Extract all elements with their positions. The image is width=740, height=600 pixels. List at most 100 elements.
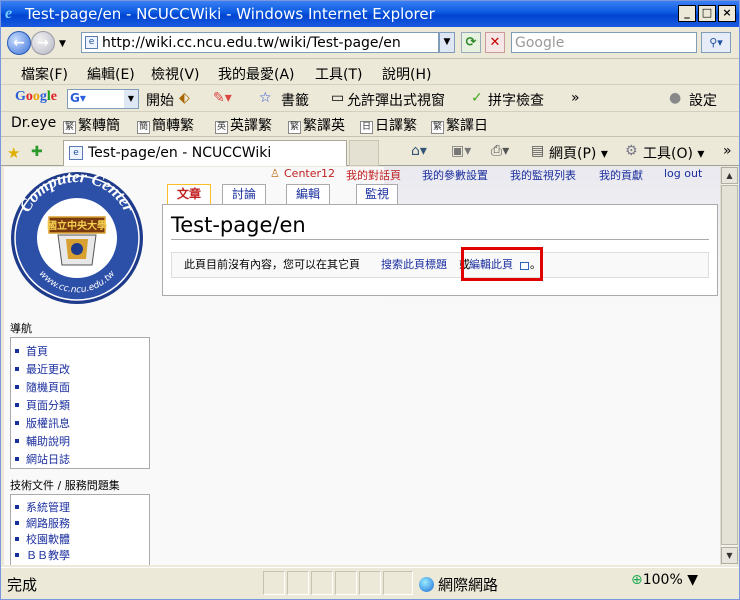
address-url[interactable]: http://wiki.cc.ncu.edu.tw/wiki/Test-page… bbox=[102, 35, 401, 51]
status-cell bbox=[287, 571, 309, 595]
zoom-level[interactable]: ⊕100% ▼ bbox=[631, 572, 698, 588]
tools-menu-label: 工具(O) bbox=[643, 146, 693, 162]
vertical-scrollbar[interactable]: ▲ ▼ bbox=[720, 167, 738, 565]
search-input[interactable]: Google bbox=[511, 32, 697, 53]
pagerank-icon[interactable]: ⬖ bbox=[179, 90, 190, 106]
tab-watch[interactable]: 監視 bbox=[356, 184, 398, 204]
dreye-item-label: 繁轉簡 bbox=[78, 118, 120, 134]
tech-item-network[interactable]: 網路服務 bbox=[15, 515, 70, 531]
address-dropdown-icon[interactable]: ▼ bbox=[439, 32, 455, 53]
nav-item-copyright[interactable]: 版權訊息 bbox=[15, 415, 70, 431]
zone-label: 網際網路 bbox=[438, 576, 499, 594]
spellcheck-button[interactable]: 拼字檢查 bbox=[488, 90, 544, 110]
nav-item-help[interactable]: 輔助說明 bbox=[15, 433, 70, 449]
dreye-trad-to-ja[interactable]: 繁繁譯日 bbox=[431, 115, 488, 135]
minimize-button[interactable]: _ bbox=[678, 5, 696, 22]
chevron-down-icon[interactable]: ▼ bbox=[124, 90, 138, 108]
site-logo[interactable]: Computer Center www.cc.ncu.edu.tw 國立中央大學 bbox=[6, 169, 148, 307]
forward-button[interactable]: → bbox=[31, 31, 55, 55]
address-bar[interactable]: e http://wiki.cc.ncu.edu.tw/wiki/Test-pa… bbox=[81, 32, 439, 53]
toolbar-more-button[interactable]: » bbox=[571, 90, 580, 106]
nav-item-categories[interactable]: 頁面分類 bbox=[15, 397, 70, 413]
star-icon: ☆ bbox=[259, 90, 272, 106]
tech-item-sysadmin[interactable]: 系統管理 bbox=[15, 499, 70, 515]
favorites-star-icon[interactable]: ★ bbox=[7, 144, 20, 162]
refresh-button[interactable]: ⟳ bbox=[461, 32, 481, 53]
page-menu-label: 網頁(P) bbox=[549, 146, 597, 162]
dreye-item-label: 繁譯日 bbox=[446, 118, 488, 134]
page-title: Test-page/en bbox=[171, 213, 306, 237]
tech-item-software[interactable]: 校園軟體 bbox=[15, 531, 70, 547]
preferences-link[interactable]: 我的參數設置 bbox=[422, 167, 488, 183]
logout-link[interactable]: log out bbox=[664, 167, 702, 180]
menu-view[interactable]: 檢視(V) bbox=[151, 64, 200, 84]
dreye-en-to-trad[interactable]: 英英譯繁 bbox=[215, 115, 272, 135]
nav-item-random-page[interactable]: 隨機頁面 bbox=[15, 379, 70, 395]
dreye-icon: 英 bbox=[215, 121, 228, 134]
print-icon[interactable]: ⎙▾ bbox=[491, 143, 509, 159]
status-bar: 完成 網際網路 ⊕100% ▼ bbox=[1, 567, 739, 599]
nav-item-site-log[interactable]: 網站日誌 bbox=[15, 451, 70, 467]
page-menu-button[interactable]: 網頁(P) ▾ bbox=[549, 143, 608, 163]
dreye-label: Dr.eye bbox=[11, 115, 57, 131]
tools-menu-button[interactable]: 工具(O) ▾ bbox=[643, 143, 704, 163]
contributions-link[interactable]: 我的貢獻 bbox=[599, 167, 643, 183]
home-icon[interactable]: ⌂▾ bbox=[411, 143, 427, 159]
close-button[interactable]: × bbox=[718, 5, 736, 22]
scroll-thumb[interactable] bbox=[721, 185, 738, 545]
new-tab-button[interactable] bbox=[349, 140, 379, 166]
highlight-icon[interactable]: ✎▾ bbox=[213, 90, 232, 106]
dreye-simp-to-trad[interactable]: 簡簡轉繁 bbox=[137, 115, 194, 135]
security-zone[interactable]: 網際網路 bbox=[419, 574, 498, 595]
menu-help[interactable]: 說明(H) bbox=[382, 64, 431, 84]
tech-portlet: 系統管理 網路服務 校園軟體 ＢＢ教學 bbox=[10, 494, 150, 565]
tech-item-bb[interactable]: ＢＢ教學 bbox=[15, 547, 70, 563]
popup-blocker-button[interactable]: 允許彈出式視窗 bbox=[347, 90, 445, 110]
nav-item-main-page[interactable]: 首頁 bbox=[15, 343, 48, 359]
command-more-button[interactable]: » bbox=[723, 143, 732, 159]
google-g-icon: G▾ bbox=[70, 91, 86, 105]
nav-item-recent-changes[interactable]: 最近更改 bbox=[15, 361, 70, 377]
logo-badge-text: 國立中央大學 bbox=[47, 219, 107, 232]
tab-article[interactable]: 文章 bbox=[167, 184, 211, 205]
scroll-up-icon[interactable]: ▲ bbox=[721, 167, 738, 184]
search-title-link[interactable]: 搜索此頁標題 bbox=[381, 253, 447, 277]
tab-current-page[interactable]: e Test-page/en - NCUCCWiki bbox=[63, 140, 347, 166]
history-dropdown-icon[interactable]: ▼ bbox=[59, 39, 66, 49]
menu-file[interactable]: 檔案(F) bbox=[21, 64, 68, 84]
google-start-button[interactable]: 開始 bbox=[146, 90, 174, 110]
dreye-trad-to-en[interactable]: 繁繁譯英 bbox=[288, 115, 345, 135]
scroll-down-icon[interactable]: ▼ bbox=[721, 547, 738, 564]
page-icon: e bbox=[69, 146, 83, 160]
menu-tools[interactable]: 工具(T) bbox=[315, 64, 362, 84]
title-divider bbox=[171, 239, 709, 240]
feeds-icon[interactable]: ▣▾ bbox=[451, 143, 471, 159]
google-search-input[interactable]: G▾ ▼ bbox=[67, 89, 139, 109]
settings-button[interactable]: 設定 bbox=[689, 90, 717, 110]
nav-portlet: 首頁 最近更改 隨機頁面 頁面分類 版權訊息 輔助說明 網站日誌 bbox=[10, 337, 150, 469]
google-logo: Google bbox=[15, 89, 57, 104]
tools-gear-icon: ⚙ bbox=[625, 143, 638, 159]
back-button[interactable]: ← bbox=[7, 31, 31, 55]
menu-edit[interactable]: 編輯(E) bbox=[87, 64, 135, 84]
google-toolbar: Google G▾ ▼ 開始 ⬖ ✎▾ ☆ 書籤 ▭ 允許彈出式視窗 ✓ 拼字檢… bbox=[1, 85, 739, 112]
watchlist-link[interactable]: 我的監視列表 bbox=[510, 167, 576, 183]
bookmarks-button[interactable]: 書籤 bbox=[281, 90, 309, 110]
dreye-item-label: 繁譯英 bbox=[303, 118, 345, 134]
user-icon: ♙ bbox=[270, 167, 280, 180]
zoom-icon: ⊕ bbox=[631, 572, 643, 588]
maximize-button[interactable]: □ bbox=[698, 5, 716, 22]
dreye-trad-to-simp[interactable]: 繁繁轉簡 bbox=[63, 115, 120, 135]
stop-button[interactable]: ✕ bbox=[485, 32, 505, 53]
settings-icon: ● bbox=[669, 90, 682, 106]
my-talk-link[interactable]: 我的對話頁 bbox=[346, 167, 401, 183]
add-favorite-icon[interactable]: ✚ bbox=[31, 144, 43, 160]
tab-discussion[interactable]: 討論 bbox=[222, 184, 266, 204]
dreye-icon: 繁 bbox=[288, 121, 301, 134]
ie-logo-icon: e bbox=[5, 5, 13, 22]
dreye-ja-to-trad[interactable]: 日日譯繁 bbox=[360, 115, 417, 135]
user-link[interactable]: Center12 bbox=[284, 167, 335, 180]
search-button[interactable]: ⚲▾ bbox=[701, 32, 731, 53]
tab-edit[interactable]: 編輯 bbox=[286, 184, 330, 204]
menu-favorites[interactable]: 我的最愛(A) bbox=[218, 64, 295, 84]
